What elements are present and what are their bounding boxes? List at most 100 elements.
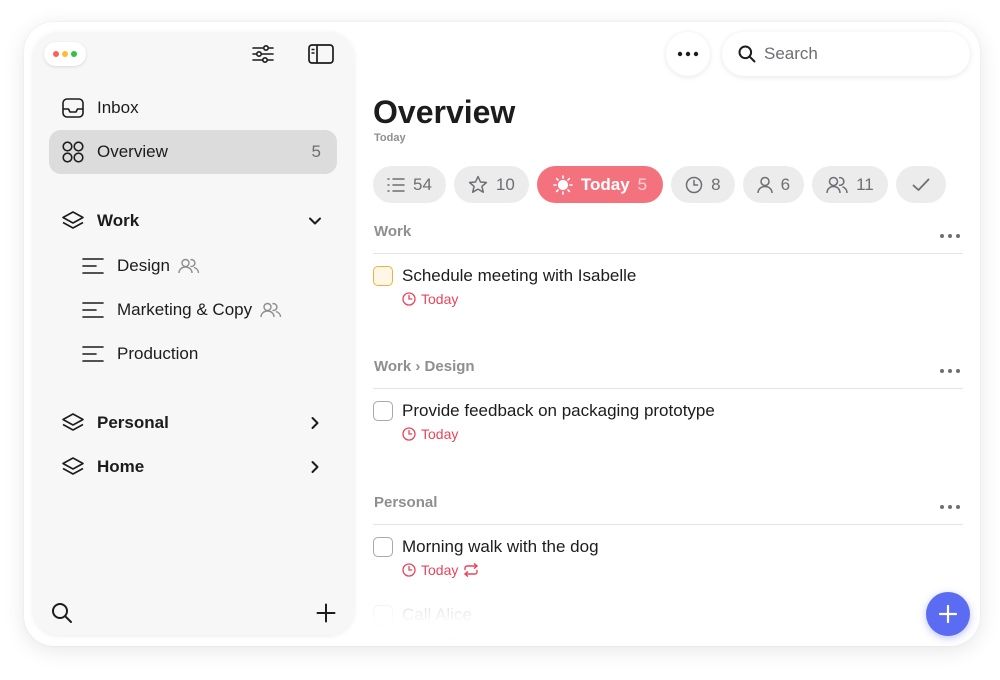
search-input[interactable] xyxy=(764,44,954,64)
chevron-right-icon[interactable] xyxy=(305,413,325,433)
page-subtitle: Today xyxy=(374,132,406,144)
plus-icon xyxy=(316,603,336,623)
search-field[interactable] xyxy=(722,32,970,76)
filter-count: 10 xyxy=(495,174,515,194)
task-due-label: Today xyxy=(421,426,459,442)
sidebar-list-marketing[interactable]: Marketing & Copy xyxy=(69,288,337,332)
filter-assigned-to-me[interactable]: 6 xyxy=(742,166,805,203)
task-section-work-design: Work › Design Provide feedback on packag… xyxy=(373,357,963,447)
filter-settings-button[interactable] xyxy=(249,42,277,66)
sidebar-list-design[interactable]: Design xyxy=(69,244,337,288)
task-checkbox[interactable] xyxy=(373,266,393,286)
clock-icon xyxy=(685,176,703,193)
sidebar-group-label: Personal xyxy=(97,413,169,432)
task-row[interactable]: Morning walk with the dog Today xyxy=(373,525,963,593)
filter-count: 8 xyxy=(711,174,721,194)
sidebar-item-label: Overview xyxy=(97,142,168,161)
add-task-button[interactable] xyxy=(926,592,970,636)
task-due: Today xyxy=(402,426,458,442)
section-title: Work › Design xyxy=(374,358,475,375)
task-due: Today xyxy=(402,291,458,307)
sidebar-group-work[interactable]: Work xyxy=(49,199,337,243)
sidebar-item-count: 5 xyxy=(311,142,321,161)
filter-all[interactable]: 54 xyxy=(373,166,446,203)
sidebar-search-button[interactable] xyxy=(49,600,75,626)
task-section-personal: Personal Morning walk with the dog Today… xyxy=(373,493,963,646)
repeat-icon xyxy=(464,563,479,577)
chevron-down-icon[interactable] xyxy=(305,211,325,231)
layers-icon xyxy=(61,411,85,435)
list-icon xyxy=(81,298,105,322)
task-due: Today xyxy=(402,562,479,578)
sliders-icon xyxy=(252,44,274,64)
task-title[interactable]: Schedule meeting with Isabelle xyxy=(402,266,636,286)
task-row[interactable]: Provide feedback on packaging prototype … xyxy=(373,389,963,447)
ellipsis-icon xyxy=(940,505,960,509)
clock-icon xyxy=(402,563,416,577)
search-icon xyxy=(738,45,756,63)
section-title: Personal xyxy=(374,494,438,511)
window-controls[interactable] xyxy=(44,42,86,66)
sidebar-item-inbox[interactable]: Inbox xyxy=(49,86,337,130)
app-window: Inbox Overview 5 Work Design Marketing &… xyxy=(24,22,980,646)
task-section-work: Work Schedule meeting with Isabelle Toda… xyxy=(373,222,963,312)
filter-starred[interactable]: 10 xyxy=(453,166,529,203)
task-due-label: Today at 17:00 xyxy=(421,630,513,646)
add-list-button[interactable] xyxy=(313,600,339,626)
grid-circles-icon xyxy=(61,140,85,164)
task-checkbox[interactable] xyxy=(373,605,393,625)
ellipsis-icon xyxy=(940,369,960,373)
minimize-window-button[interactable] xyxy=(62,51,68,57)
sidebar-item-overview[interactable]: Overview 5 xyxy=(49,130,337,174)
sidebar-group-home[interactable]: Home xyxy=(49,445,337,489)
person-icon xyxy=(756,176,773,193)
task-title[interactable]: Morning walk with the dog xyxy=(402,537,599,557)
list-icon xyxy=(81,342,105,366)
filter-shared[interactable]: 11 xyxy=(812,166,888,203)
section-header: Personal xyxy=(373,493,963,525)
sidebar-group-label: Home xyxy=(97,457,145,476)
shared-people-icon xyxy=(178,258,200,274)
filter-count: 11 xyxy=(856,174,874,194)
more-options-button[interactable] xyxy=(666,32,710,76)
list-icon xyxy=(387,177,405,192)
sidebar-group-personal[interactable]: Personal xyxy=(49,401,337,445)
ellipsis-icon xyxy=(677,51,699,57)
task-checkbox[interactable] xyxy=(373,537,393,557)
clock-icon xyxy=(402,292,416,306)
people-icon xyxy=(826,176,848,193)
list-icon xyxy=(81,254,105,278)
shared-people-icon xyxy=(260,302,282,318)
section-title: Work xyxy=(374,223,412,240)
sidebar-group-label: Work xyxy=(97,211,140,230)
task-title[interactable]: Provide feedback on packaging prototype xyxy=(402,401,715,421)
close-window-button[interactable] xyxy=(53,51,59,57)
clock-icon xyxy=(402,631,416,645)
task-row[interactable]: Call Alice Today at 17:00 xyxy=(373,593,963,646)
filter-scheduled[interactable]: 8 xyxy=(671,166,735,203)
chevron-right-icon[interactable] xyxy=(305,457,325,477)
toggle-sidebar-button[interactable] xyxy=(307,42,335,66)
search-icon xyxy=(52,603,72,623)
sidebar-list-label: Marketing & Copy xyxy=(117,300,253,319)
filter-count: 5 xyxy=(637,174,648,194)
filter-completed[interactable] xyxy=(895,166,946,203)
task-row[interactable]: Schedule meeting with Isabelle Today xyxy=(373,254,963,312)
zoom-window-button[interactable] xyxy=(71,51,77,57)
sun-icon xyxy=(553,174,573,195)
filter-today[interactable]: Today 5 xyxy=(536,166,664,203)
sidebar-toggle-icon xyxy=(308,44,334,64)
task-checkbox[interactable] xyxy=(373,401,393,421)
sidebar-list-label: Design xyxy=(117,256,170,275)
section-more-button[interactable] xyxy=(939,497,961,515)
filter-count: 54 xyxy=(413,174,432,194)
sidebar-list-production[interactable]: Production xyxy=(69,332,337,376)
task-title[interactable]: Call Alice xyxy=(402,605,472,625)
section-more-button[interactable] xyxy=(939,226,961,244)
layers-icon xyxy=(61,455,85,479)
plus-icon xyxy=(938,604,958,624)
task-due: Today at 17:00 xyxy=(402,630,513,646)
sidebar-item-label: Inbox xyxy=(97,98,139,117)
filter-count: 6 xyxy=(780,174,791,194)
section-more-button[interactable] xyxy=(939,361,961,379)
